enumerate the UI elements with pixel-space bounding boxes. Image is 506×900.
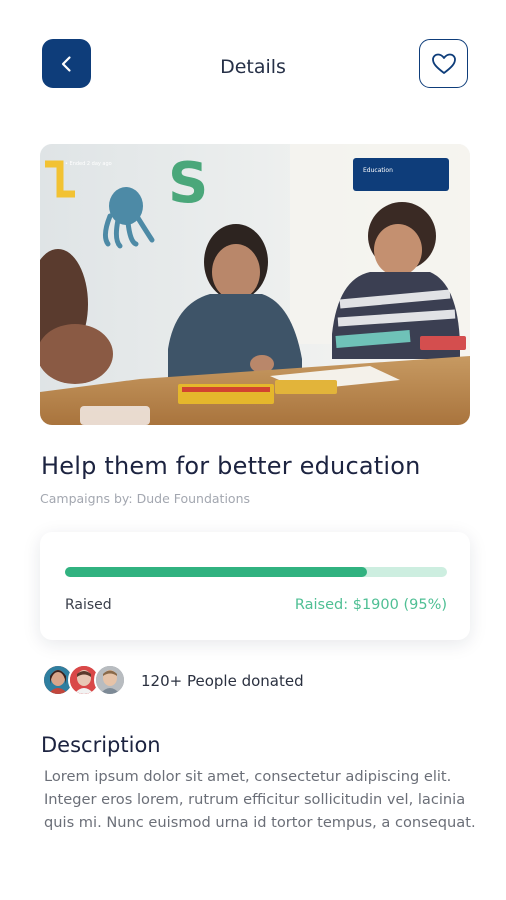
progress-track <box>65 567 447 577</box>
fundraising-progress-card: Raised Raised: $1900 (95%) <box>40 532 470 640</box>
description-text: Lorem ipsum dolor sit amet, consectetur … <box>44 768 476 831</box>
donor-avatar <box>94 664 126 696</box>
top-app-bar: Details <box>0 0 506 130</box>
category-badge: Education <box>353 158 449 191</box>
campaign-hero-image: S • Ended 2 day ago Education <box>40 144 470 425</box>
campaign-status-tag: • Ended 2 day ago <box>65 161 112 167</box>
donors-row[interactable]: 120+ People donated <box>42 664 462 698</box>
description-heading: Description <box>41 733 161 757</box>
progress-fill <box>65 567 367 577</box>
heart-outline-icon <box>431 53 456 74</box>
raised-label: Raised <box>65 597 112 613</box>
favorite-button[interactable] <box>419 39 468 88</box>
campaign-byline: Campaigns by: Dude Foundations <box>40 491 251 506</box>
campaign-title: Help them for better education <box>41 452 421 480</box>
svg-text:S: S <box>168 151 208 216</box>
raised-amount: Raised: $1900 (95%) <box>294 597 447 613</box>
donor-count: 120+ People donated <box>141 672 304 690</box>
